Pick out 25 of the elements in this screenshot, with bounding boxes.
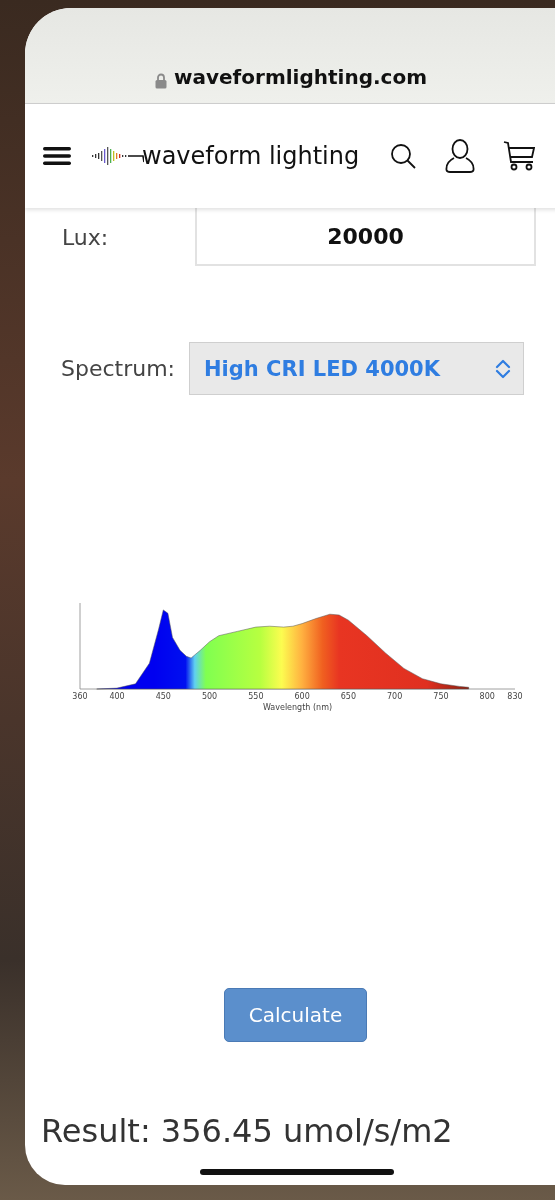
axis-tick-label: 600: [294, 692, 310, 701]
axis-tick-label: 360: [72, 692, 88, 701]
axis-tick-label: 700: [387, 692, 403, 701]
axis-tick-label: 400: [109, 692, 125, 701]
menu-icon[interactable]: [43, 146, 71, 166]
axis-tick-label: 450: [155, 692, 171, 701]
axis-title: Wavelength (nm): [262, 703, 333, 712]
cart-icon[interactable]: [503, 140, 536, 172]
user-icon[interactable]: [445, 139, 476, 173]
search-icon[interactable]: [389, 142, 418, 170]
axis-tick-label: 650: [340, 692, 357, 701]
axis-tick-label: 550: [248, 692, 264, 701]
axis-tick-label: 800: [479, 692, 495, 701]
lux-label: Lux:: [62, 224, 110, 250]
logo-wave-icon: [92, 146, 144, 166]
url-text[interactable]: waveformlighting.com: [174, 65, 427, 89]
chevron-updown-icon: [495, 358, 512, 379]
lock-icon: [155, 73, 167, 89]
spectrum-label: Spectrum:: [61, 356, 176, 381]
lux-input[interactable]: 20000: [195, 208, 536, 266]
axis-tick-label: 830: [507, 692, 523, 701]
result-text: Result: 356.45 umol/s/m2: [40, 1112, 454, 1150]
axis-tick-label: 500: [201, 692, 218, 701]
logo-text[interactable]: waveform lighting: [142, 142, 360, 170]
axis-tick-label: 750: [433, 692, 449, 701]
